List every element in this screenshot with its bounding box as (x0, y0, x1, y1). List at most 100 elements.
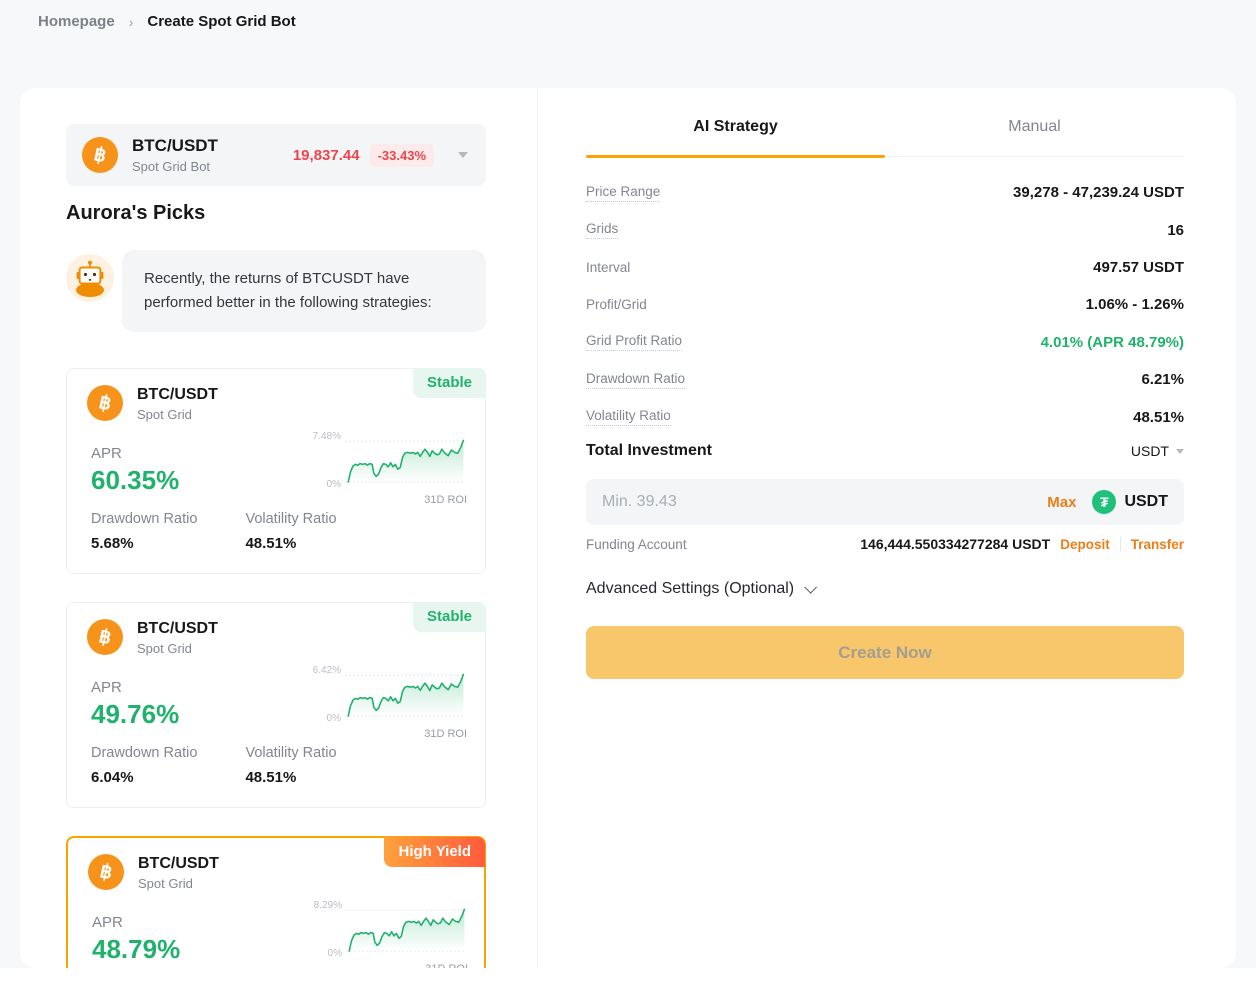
funding-account-row: Funding Account 146,444.550334277284 USD… (586, 536, 1184, 552)
strategy-card-stable-2[interactable]: Stable ฿ BTC/USDT Spot Grid APR 49.76% 6… (66, 602, 486, 808)
create-now-button[interactable]: Create Now (586, 626, 1184, 679)
roi-sparkline-chart: 7.48% 0% 31D ROI (297, 431, 469, 511)
price-range-label[interactable]: Price Range (586, 184, 660, 202)
drawdown-label: Drawdown Ratio (91, 511, 241, 527)
stable-badge: Stable (413, 368, 486, 398)
detail-row-grids: Grids 16 (586, 211, 1184, 248)
grid-profit-ratio-value: 4.01% (APR 48.79%) (1041, 334, 1184, 351)
grid-profit-ratio-label[interactable]: Grid Profit Ratio (586, 333, 682, 351)
high-yield-badge: High Yield (384, 837, 485, 867)
divider (1120, 537, 1121, 551)
btc-icon: ฿ (87, 385, 123, 421)
drawdown-value: 5.68% (91, 535, 241, 552)
btc-icon: ฿ (87, 619, 123, 655)
chart-min-label: 0% (327, 713, 341, 724)
volatility-value: 48.51% (245, 535, 336, 552)
pair-names: BTC/USDT Spot Grid Bot (132, 136, 218, 175)
profit-grid-value: 1.06% - 1.26% (1086, 296, 1184, 313)
btc-icon: ฿ (82, 137, 118, 173)
chevron-down-icon (804, 581, 817, 594)
advanced-settings-toggle[interactable]: Advanced Settings (Optional) (586, 580, 813, 598)
interval-value: 497.57 USDT (1093, 259, 1184, 276)
chart-max-label: 6.42% (313, 665, 341, 676)
breadcrumb: Homepage › Create Spot Grid Bot (38, 13, 296, 30)
advanced-settings-label: Advanced Settings (Optional) (586, 580, 794, 598)
btc-icon: ฿ (88, 854, 124, 890)
investment-input-box: Max ₮ USDT (586, 479, 1184, 525)
apr-label: APR (91, 679, 122, 696)
detail-row-grid-profit-ratio: Grid Profit Ratio 4.01% (APR 48.79%) (586, 324, 1184, 361)
card-pair: BTC/USDT (138, 854, 219, 873)
pair-product: Spot Grid Bot (132, 158, 218, 175)
strategy-details: Price Range 39,278 - 47,239.24 USDT Grid… (586, 174, 1184, 436)
interval-label: Interval (586, 260, 630, 275)
detail-row-volatility-ratio: Volatility Ratio 48.51% (586, 398, 1184, 435)
total-investment-row: Total Investment USDT (586, 442, 1184, 460)
card-product: Spot Grid (137, 641, 218, 656)
chart-caption: 31D ROI (424, 728, 467, 740)
drawdown-value: 6.04% (91, 769, 241, 786)
strategy-card-stable-1[interactable]: Stable ฿ BTC/USDT Spot Grid APR 60.35% 7… (66, 368, 486, 574)
drawdown-ratio-label[interactable]: Drawdown Ratio (586, 371, 685, 389)
profit-grid-label: Profit/Grid (586, 297, 647, 312)
grids-label[interactable]: Grids (586, 221, 618, 239)
currency-dropdown[interactable]: USDT (1131, 443, 1184, 459)
main-panel: ฿ BTC/USDT Spot Grid Bot 19,837.44 -33.4… (20, 88, 1236, 968)
grids-value: 16 (1167, 222, 1184, 239)
apr-label: APR (92, 914, 123, 931)
volatility-label: Volatility Ratio (245, 745, 336, 761)
deposit-link[interactable]: Deposit (1060, 537, 1110, 552)
drawdown-label: Drawdown Ratio (91, 745, 241, 761)
tab-manual[interactable]: Manual (885, 112, 1184, 156)
detail-row-price-range: Price Range 39,278 - 47,239.24 USDT (586, 174, 1184, 211)
chart-min-label: 0% (327, 479, 341, 490)
funding-balance: 146,444.550334277284 USDT (860, 536, 1050, 552)
card-pair: BTC/USDT (137, 619, 218, 638)
strategy-card-high-yield[interactable]: High Yield ฿ BTC/USDT Spot Grid APR 48.7… (66, 836, 486, 968)
chart-caption: 31D ROI (425, 963, 468, 968)
right-column: AI Strategy Manual Price Range 39,278 - … (537, 88, 1236, 968)
chart-max-label: 7.48% (313, 431, 341, 442)
chevron-down-icon (1176, 449, 1184, 454)
roi-sparkline-chart: 8.29% 0% 31D ROI (298, 900, 470, 968)
pair-price: 19,837.44 (293, 147, 360, 164)
strategy-tabs: AI Strategy Manual (586, 112, 1184, 157)
volatility-label: Volatility Ratio (245, 511, 336, 527)
page-title: Create Spot Grid Bot (147, 13, 295, 30)
price-range-value: 39,278 - 47,239.24 USDT (1013, 184, 1184, 201)
chart-max-label: 8.29% (314, 900, 342, 911)
total-investment-label: Total Investment (586, 442, 712, 460)
investment-amount-input[interactable] (602, 493, 1047, 511)
token-name: USDT (1124, 493, 1168, 511)
breadcrumb-home-link[interactable]: Homepage (38, 13, 115, 30)
apr-value: 60.35% (91, 465, 179, 496)
apr-value: 48.79% (92, 934, 180, 965)
apr-label: APR (91, 445, 122, 462)
chevron-down-icon (458, 152, 468, 158)
apr-value: 49.76% (91, 699, 179, 730)
robot-avatar-icon (66, 254, 114, 302)
max-button[interactable]: Max (1047, 494, 1076, 511)
tether-icon: ₮ (1092, 490, 1116, 514)
pair-name: BTC/USDT (132, 136, 218, 156)
breadcrumb-chevron-icon: › (129, 14, 134, 30)
drawdown-ratio-value: 6.21% (1141, 371, 1184, 388)
picks-title: Aurora's Picks (66, 202, 205, 225)
roi-sparkline-chart: 6.42% 0% 31D ROI (297, 665, 469, 745)
token-display: ₮ USDT (1092, 490, 1168, 514)
volatility-ratio-label[interactable]: Volatility Ratio (586, 408, 671, 426)
detail-row-drawdown-ratio: Drawdown Ratio 6.21% (586, 361, 1184, 398)
left-column: ฿ BTC/USDT Spot Grid Bot 19,837.44 -33.4… (20, 88, 537, 968)
card-pair: BTC/USDT (137, 385, 218, 404)
tab-ai-strategy[interactable]: AI Strategy (586, 112, 885, 156)
funding-account-label: Funding Account (586, 537, 687, 552)
card-product: Spot Grid (138, 876, 219, 891)
pair-selector-dropdown[interactable]: ฿ BTC/USDT Spot Grid Bot 19,837.44 -33.4… (66, 124, 486, 186)
transfer-link[interactable]: Transfer (1131, 537, 1184, 552)
volatility-value: 48.51% (245, 769, 336, 786)
assistant-message-bubble: Recently, the returns of BTCUSDT have pe… (122, 250, 486, 332)
chart-caption: 31D ROI (424, 494, 467, 506)
volatility-ratio-value: 48.51% (1133, 409, 1184, 426)
currency-value: USDT (1131, 443, 1169, 459)
pair-change-badge: -33.43% (370, 144, 434, 167)
